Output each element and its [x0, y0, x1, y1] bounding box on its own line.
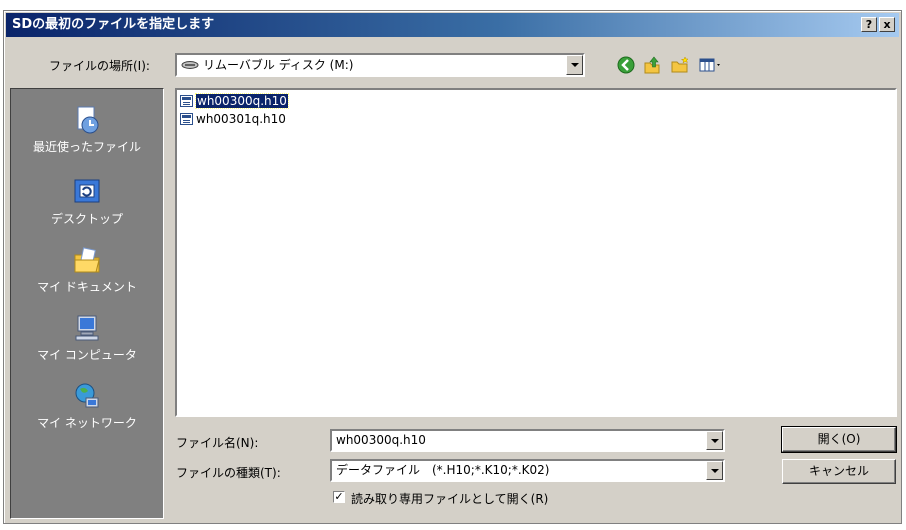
- file-name-label: ファイル名(N):: [176, 436, 259, 450]
- removable-drive-icon: [181, 61, 199, 69]
- dialog-title: SDの最初のファイルを指定します: [12, 17, 215, 32]
- file-list[interactable]: wh00300q.h10 wh00301q.h10: [175, 88, 897, 417]
- file-type-label: ファイルの種類(T):: [176, 466, 281, 480]
- look-in-dropdown-button[interactable]: [566, 55, 583, 75]
- read-only-checkbox[interactable]: ✓: [333, 491, 345, 503]
- file-name-combo[interactable]: wh00300q.h10: [330, 429, 725, 452]
- my-computer-icon: [75, 315, 99, 341]
- recent-files-icon: [77, 106, 99, 134]
- file-name: wh00300q.h10: [195, 93, 289, 109]
- open-button[interactable]: 開く(O): [781, 426, 897, 453]
- file-item[interactable]: wh00300q.h10: [180, 93, 289, 110]
- place-label: マイ ドキュメント: [37, 280, 137, 294]
- file-item[interactable]: wh00301q.h10: [180, 111, 286, 128]
- place-desktop[interactable]: デスクトップ: [11, 177, 163, 227]
- file-type-combo[interactable]: データファイル (*.H10;*.K10;*.K02): [330, 459, 725, 482]
- help-button[interactable]: ?: [861, 17, 877, 32]
- view-menu-icon[interactable]: [698, 55, 724, 75]
- file-type-value: データファイル (*.H10;*.K10;*.K02): [336, 463, 550, 477]
- place-my-documents[interactable]: マイ ドキュメント: [11, 245, 163, 295]
- back-icon[interactable]: [616, 55, 636, 75]
- place-my-network[interactable]: マイ ネットワーク: [11, 381, 163, 431]
- file-icon: [180, 113, 193, 125]
- my-documents-icon: [74, 247, 100, 273]
- place-label: 最近使ったファイル: [32, 140, 141, 154]
- place-label: マイ コンピュータ: [37, 348, 137, 362]
- up-folder-icon[interactable]: [642, 55, 662, 75]
- place-label: マイ ネットワーク: [37, 416, 137, 430]
- new-folder-icon[interactable]: [670, 55, 690, 75]
- place-my-computer[interactable]: マイ コンピュータ: [11, 313, 163, 363]
- my-network-icon: [75, 383, 99, 408]
- close-button[interactable]: x: [879, 17, 895, 32]
- look-in-combo[interactable]: リムーバブル ディスク (M:): [175, 53, 585, 77]
- desktop-icon: [74, 179, 100, 203]
- cancel-button[interactable]: キャンセル: [782, 459, 896, 484]
- places-bar: 最近使ったファイル デスクトップ マイ ドキュメント マイ コンピュータ マイ …: [10, 88, 164, 519]
- place-recent-files[interactable]: 最近使ったファイル: [11, 105, 163, 155]
- look-in-label: ファイルの場所(I):: [49, 59, 150, 73]
- read-only-label: 読み取り専用ファイルとして開く(R): [351, 492, 549, 506]
- file-name-input[interactable]: wh00300q.h10: [336, 431, 426, 450]
- look-in-value: リムーバブル ディスク (M:): [203, 58, 354, 72]
- file-name-dropdown-button[interactable]: [706, 431, 723, 450]
- file-name: wh00301q.h10: [196, 112, 286, 126]
- file-icon: [180, 95, 193, 107]
- place-label: デスクトップ: [50, 212, 123, 226]
- file-type-dropdown-button[interactable]: [706, 461, 723, 480]
- open-file-dialog: SDの最初のファイルを指定します ? x ファイルの場所(I): リムーバブル …: [3, 10, 902, 524]
- title-bar: SDの最初のファイルを指定します ? x: [6, 13, 899, 37]
